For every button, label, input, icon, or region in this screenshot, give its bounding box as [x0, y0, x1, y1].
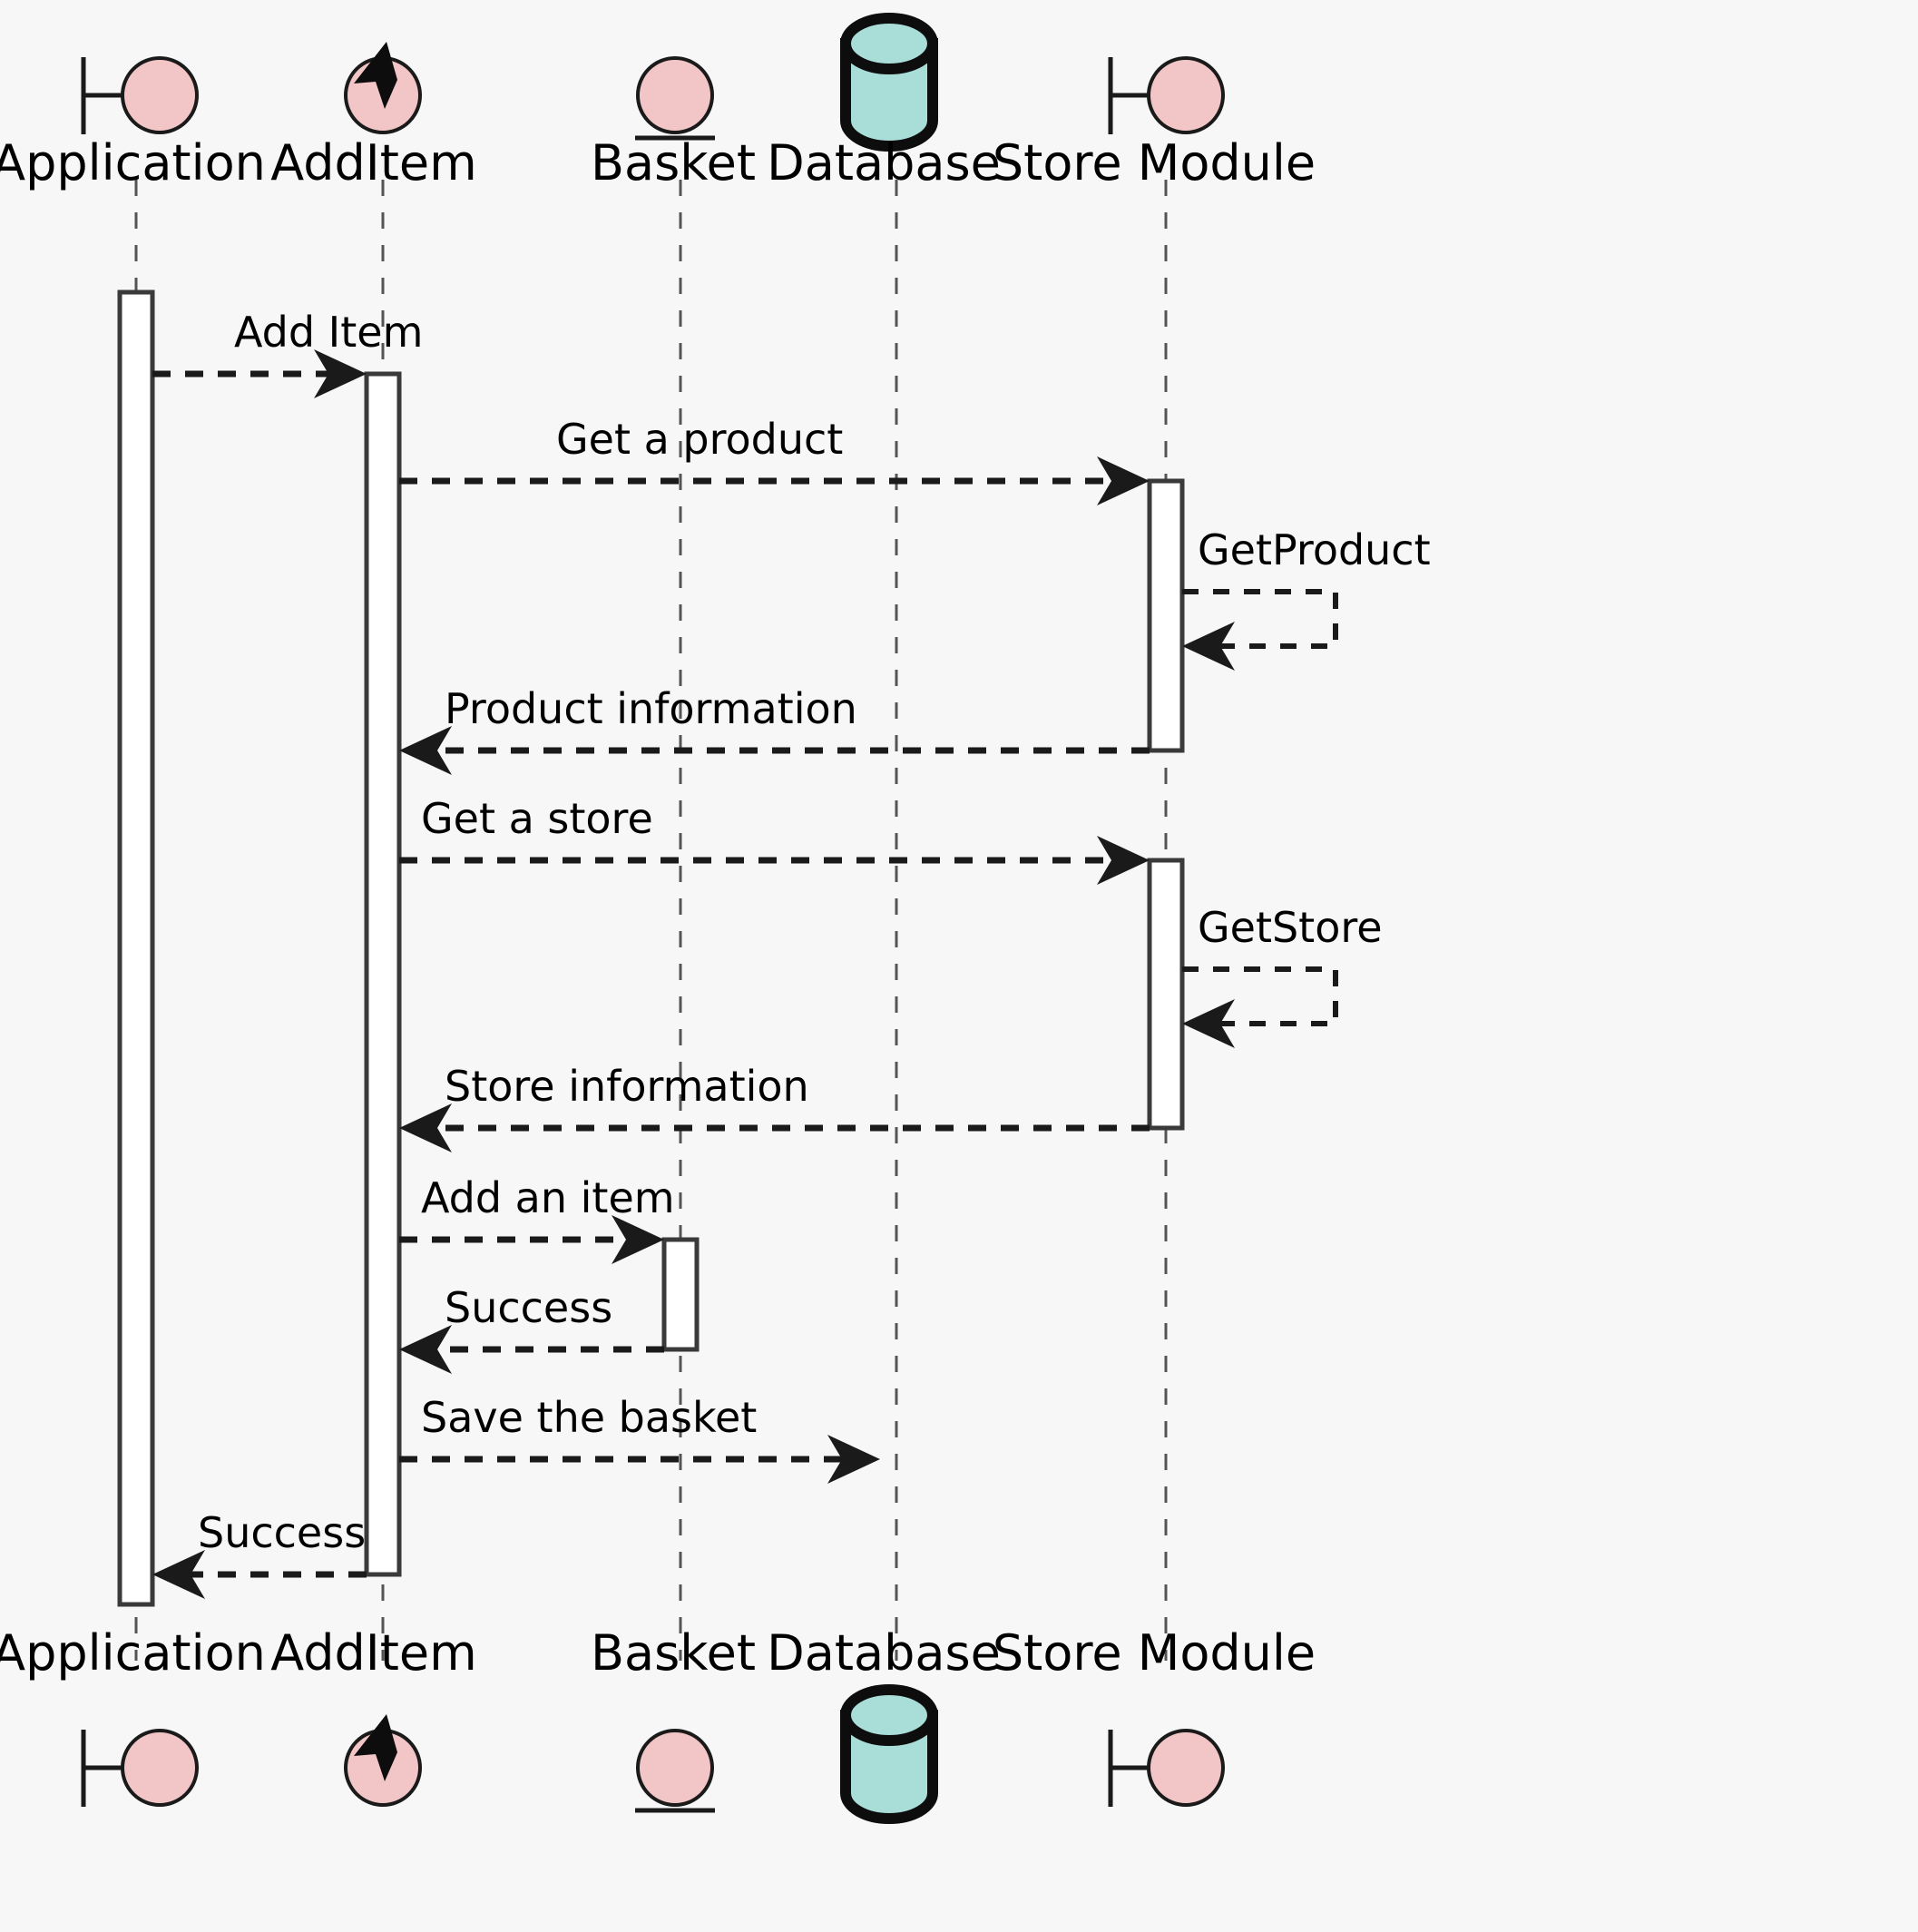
- message-label-get-store: GetStore: [1198, 903, 1383, 952]
- sequence-diagram-svg: Add Item Get a product GetProduct Produc…: [0, 0, 1918, 1932]
- entity-icon-circle: [636, 56, 714, 134]
- database-icon-top: [840, 1684, 938, 1746]
- message-label-save-the-basket: Save the basket: [421, 1393, 757, 1442]
- participant-label-application: Application: [0, 134, 266, 191]
- activation-storemodule-1: [1147, 478, 1185, 753]
- message-label-add-an-item: Add an item: [421, 1173, 675, 1222]
- participant-label-storemodule: Store Module: [993, 134, 1316, 191]
- boundary-icon-circle: [121, 56, 199, 134]
- participant-label-additem-footer: AddItem: [270, 1624, 476, 1682]
- participant-label-storemodule-footer: Store Module: [993, 1624, 1316, 1682]
- boundary-icon-circle: [1147, 56, 1225, 134]
- message-label-success-application: Success: [198, 1508, 366, 1557]
- activation-additem: [364, 371, 402, 1577]
- participant-label-database: Database: [767, 134, 1001, 191]
- entity-icon-circle: [636, 1729, 714, 1807]
- activation-basket: [661, 1237, 700, 1352]
- message-label-get-a-product: Get a product: [556, 415, 843, 464]
- sequence-diagram-canvas: Add Item Get a product GetProduct Produc…: [0, 0, 1918, 1932]
- participant-label-basket-footer: Basket: [591, 1624, 756, 1682]
- message-label-success-basket: Success: [445, 1283, 612, 1332]
- message-label-product-information: Product information: [445, 684, 857, 733]
- boundary-icon-circle: [121, 1729, 199, 1807]
- activation-storemodule-2: [1147, 858, 1185, 1131]
- boundary-icon-circle: [1147, 1729, 1225, 1807]
- message-label-get-product: GetProduct: [1198, 525, 1431, 574]
- activation-application: [117, 289, 155, 1607]
- participant-label-database-footer: Database: [767, 1624, 1001, 1682]
- message-label-get-a-store: Get a store: [421, 794, 653, 843]
- participant-label-basket: Basket: [591, 134, 756, 191]
- message-label-store-information: Store information: [445, 1062, 809, 1111]
- database-icon-top: [840, 13, 938, 74]
- participant-label-application-footer: Application: [0, 1624, 266, 1682]
- message-label-add-item: Add Item: [234, 308, 423, 357]
- participant-label-additem: AddItem: [270, 134, 476, 191]
